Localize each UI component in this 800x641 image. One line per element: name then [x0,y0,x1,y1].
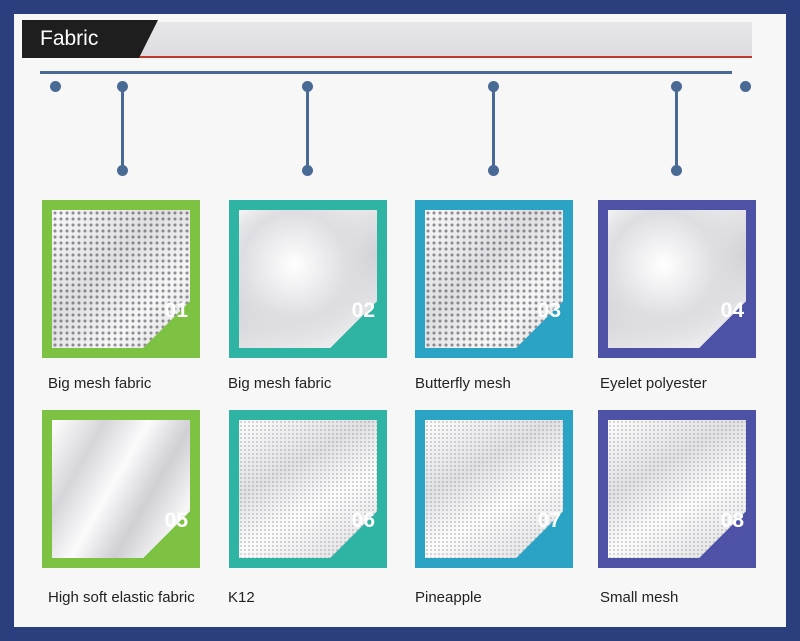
fabric-label-03: Butterfly mesh [415,375,511,392]
fabric-card-08: 08 [598,410,756,568]
fabric-card-05: 05 [42,410,200,568]
fabric-card-02: 02 [229,200,387,358]
section-title: Fabric [22,20,158,58]
card-number: 01 [164,299,188,322]
timeline-drop-end-1 [117,165,128,176]
card-number: 08 [720,509,744,532]
fabric-label-07: Pineapple [415,589,482,606]
card-number: 03 [537,299,561,322]
timeline-drop-1 [121,87,124,167]
timeline-dot-start [50,81,61,92]
card-number: 04 [720,299,744,322]
timeline-dot-end [740,81,751,92]
timeline-drop-end-3 [488,165,499,176]
fabric-label-04: Eyelet polyester [600,375,707,392]
fabric-label-08: Small mesh [600,589,679,606]
fabric-label-05: High soft elastic fabric [48,589,195,606]
timeline-line [40,71,732,74]
timeline-drop-4 [675,87,678,167]
timeline-drop-3 [492,87,495,167]
timeline-drop-2 [306,87,309,167]
timeline-drop-end-4 [671,165,682,176]
fabric-card-04: 04 [598,200,756,358]
fabric-card-01: 01 [42,200,200,358]
timeline-drop-end-2 [302,165,313,176]
fabric-label-01: Big mesh fabric [48,375,152,392]
fabric-label-06: K12 [228,589,255,606]
card-number: 07 [537,509,561,532]
card-number: 02 [351,299,375,322]
fabric-card-06: 06 [229,410,387,568]
fabric-card-03: 03 [415,200,573,358]
card-number: 06 [351,509,375,532]
fabric-card-07: 07 [415,410,573,568]
card-number: 05 [164,509,188,532]
fabric-label-02: Big mesh fabric [228,375,332,392]
